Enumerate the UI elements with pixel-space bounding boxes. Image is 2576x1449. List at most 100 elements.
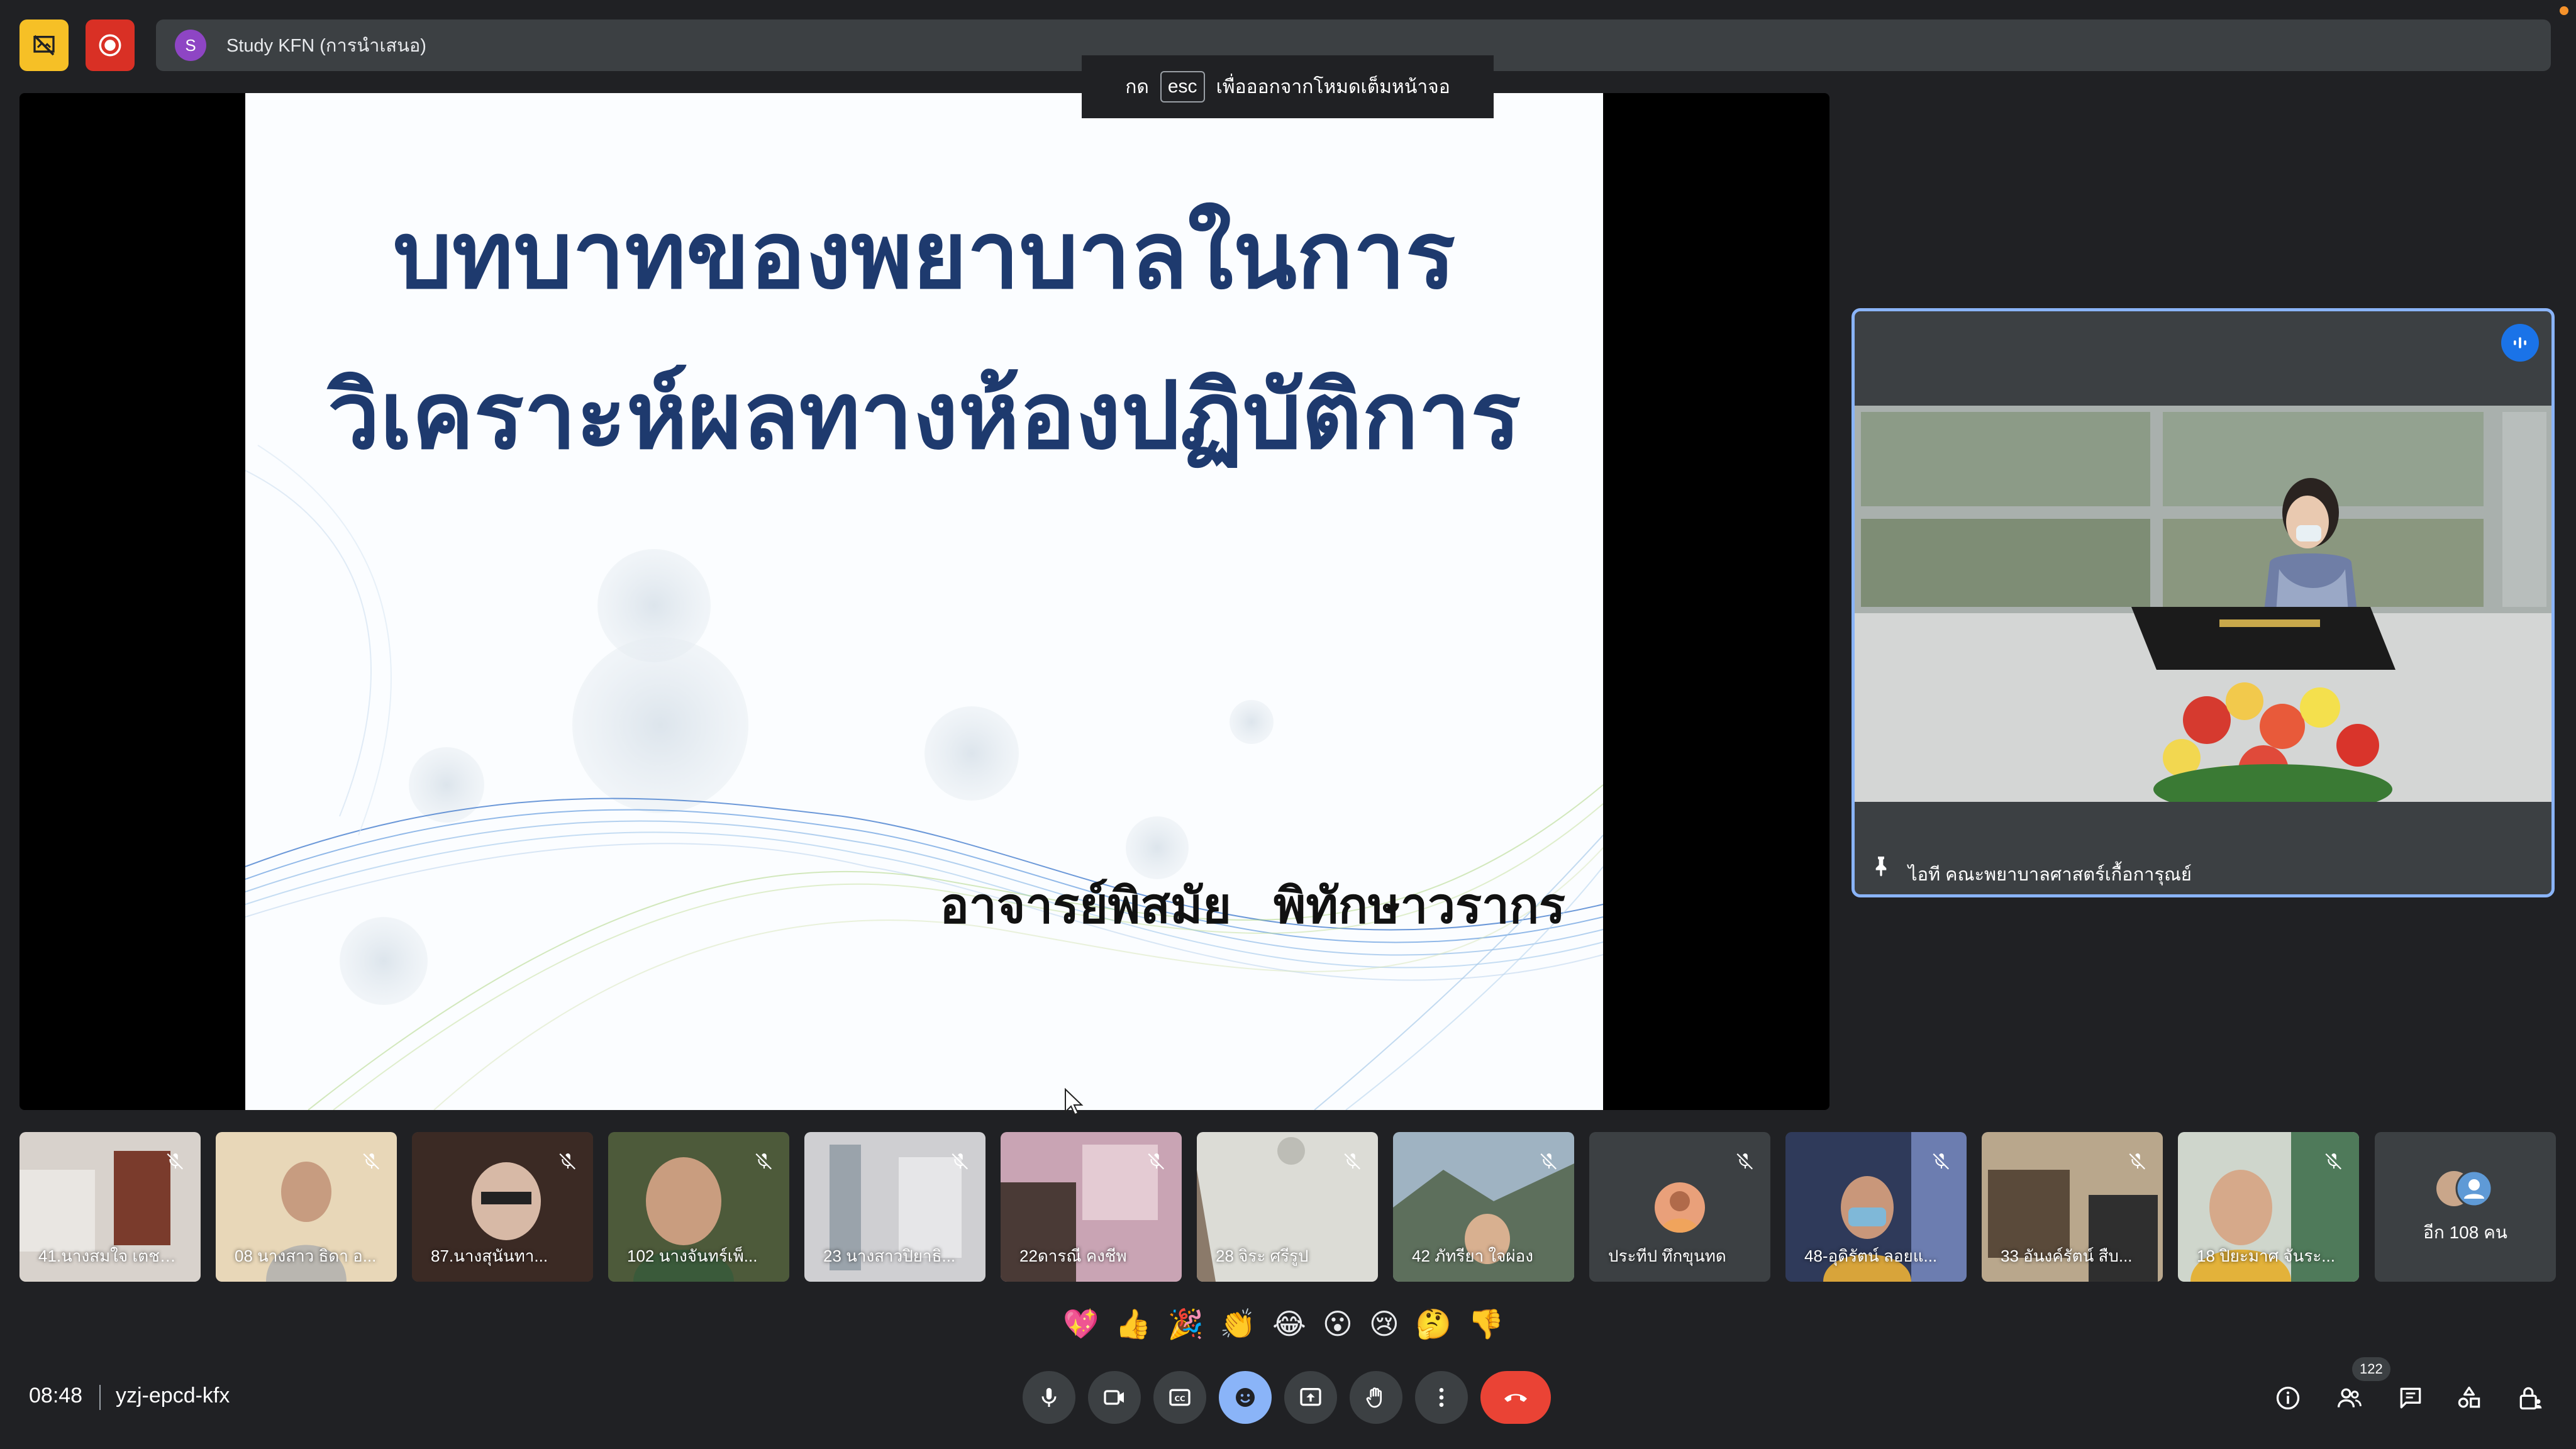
participant-name: 22ดารณี คงชีพ <box>1019 1246 1127 1265</box>
participant-name: 48-อุดิรัตน์ ลอยแ... <box>1804 1246 1938 1265</box>
reaction-heart[interactable]: 💖 <box>1063 1299 1099 1349</box>
camera-icon <box>1104 1390 1124 1405</box>
slide-author: อาจารย์พิสมัย พิทักษาวรากร <box>940 877 1565 935</box>
mouse-cursor-icon <box>1065 1088 1084 1116</box>
activities-icon <box>2458 1386 2480 1408</box>
reaction-sad[interactable]: 😢 <box>1369 1299 1399 1349</box>
host-controls-button[interactable] <box>2512 1380 2548 1416</box>
more-avatars-icon <box>2436 1170 2493 1208</box>
participant-tile[interactable]: 33 อันงค์รัตน์ สืบ... <box>1982 1132 2163 1282</box>
reaction-thumbs-down[interactable]: 👎 <box>1468 1299 1504 1349</box>
toast-prefix: กด <box>1125 76 1149 97</box>
present-icon <box>1300 1388 1321 1406</box>
camera-button[interactable] <box>1088 1371 1141 1424</box>
meeting-code: yzj-epcd-kfx <box>116 1384 230 1407</box>
chat-button[interactable] <box>2393 1380 2428 1416</box>
meeting-details-button[interactable] <box>2270 1380 2306 1416</box>
mic-off-icon <box>1344 1153 1360 1170</box>
people-icon <box>2337 1388 2362 1407</box>
smiley-icon <box>1236 1388 1255 1407</box>
record-icon <box>99 34 121 57</box>
more-options-button[interactable] <box>1415 1371 1468 1424</box>
toast-suffix: เพื่อออกจากโหมดเต็มหน้าจอ <box>1216 76 1450 97</box>
participant-name: 41.นางสมใจ เตชะ... <box>38 1246 182 1265</box>
svg-text:CC: CC <box>1174 1394 1185 1403</box>
exit-fullscreen-toast: กด esc เพื่อออกจากโหมดเต็มหน้าจอ <box>1082 55 1494 118</box>
reaction-thumbs-up[interactable]: 👍 <box>1115 1299 1151 1349</box>
mic-button[interactable] <box>1023 1371 1075 1424</box>
participant-tile[interactable]: 41.นางสมใจ เตชะ... <box>19 1132 201 1282</box>
participant-tile[interactable]: ประทีป ทึกขุนทด <box>1589 1132 1770 1282</box>
participant-name: 42 ภัทรียา ใจผ่อง <box>1412 1246 1533 1265</box>
meeting-time: 08:48 <box>29 1384 83 1407</box>
participant-tile[interactable]: 48-อุดิรัตน์ ลอยแ... <box>1785 1132 1967 1282</box>
divider <box>99 1385 101 1410</box>
mic-off-icon <box>1540 1153 1557 1170</box>
speaker-video <box>1855 406 2551 802</box>
mic-off-icon <box>167 1153 183 1170</box>
participant-name: ประทีป ทึกขุนทด <box>1608 1246 1726 1265</box>
speaker-name: ไอที คณะพยาบาลศาสตร์เกื้อการุณย์ <box>1908 865 2192 885</box>
mic-off-icon <box>363 1153 379 1170</box>
captions-icon: CC <box>1169 1389 1191 1406</box>
participant-name: 23 นางสาวปิยาธิ... <box>823 1246 956 1265</box>
mic-off-icon <box>1933 1153 1949 1170</box>
presentation-slide: บทบาทของพยาบาลในการ วิเคราะห์ผลทางห้องปฏ… <box>245 93 1603 1110</box>
more-participants-tile[interactable]: อีก 108 คน <box>2375 1132 2556 1282</box>
reaction-thinking[interactable]: 🤔 <box>1416 1299 1452 1349</box>
people-button[interactable] <box>2332 1380 2367 1416</box>
participant-tile[interactable]: 102 นางจันทร์เพ็... <box>608 1132 789 1282</box>
people-count-badge: 122 <box>2352 1357 2390 1381</box>
pinned-speaker-tile[interactable]: ไอที คณะพยาบาลศาสตร์เกื้อการุณย์ <box>1852 308 2555 897</box>
participant-name: 28 จิระ ศรีรูป <box>1216 1246 1309 1265</box>
reaction-bar: 💖 👍 🎉 👏 😂 😮 😢 🤔 👎 <box>1063 1299 1504 1349</box>
microphone-icon <box>1041 1388 1057 1407</box>
speaking-indicator-icon <box>2501 324 2539 362</box>
mic-off-icon <box>952 1153 968 1170</box>
esc-key: esc <box>1160 71 1205 103</box>
mic-off-icon <box>1736 1153 1753 1170</box>
participant-tile[interactable]: 08 นางสาว ธิดา อ... <box>216 1132 397 1282</box>
raise-hand-button[interactable] <box>1350 1371 1402 1424</box>
mic-off-icon <box>2129 1153 2145 1170</box>
chat-icon <box>2400 1387 2421 1409</box>
slide-title-line-1: บทบาทของพยาบาลในการ <box>392 200 1456 309</box>
status-dot <box>2560 6 2568 15</box>
mic-off-icon <box>755 1153 772 1170</box>
participant-tile[interactable]: 87.นางสุนันทา... <box>412 1132 593 1282</box>
participant-avatar <box>1655 1182 1705 1233</box>
reaction-laugh[interactable]: 😂 <box>1272 1299 1306 1349</box>
more-vert-icon <box>1439 1388 1444 1407</box>
mic-off-icon <box>559 1153 575 1170</box>
participant-tile[interactable]: 28 จิระ ศรีรูป <box>1197 1132 1378 1282</box>
no-annotation-icon <box>33 35 55 56</box>
reaction-party[interactable]: 🎉 <box>1168 1299 1204 1349</box>
activities-button[interactable] <box>2451 1380 2487 1416</box>
participant-tile[interactable]: 22ดารณี คงชีพ <box>1001 1132 1182 1282</box>
more-participants-label: อีก 108 คน <box>2423 1223 2507 1242</box>
reaction-clap[interactable]: 👏 <box>1220 1299 1256 1349</box>
leave-call-button[interactable] <box>1480 1371 1551 1424</box>
participant-tile[interactable]: 23 นางสาวปิยาธิ... <box>804 1132 985 1282</box>
meeting-avatar: S <box>175 30 206 61</box>
reaction-surprised[interactable]: 😮 <box>1323 1299 1353 1349</box>
recording-button[interactable] <box>86 19 135 71</box>
slide-title: บทบาทของพยาบาลในการ วิเคราะห์ผลทางห้องปฏ… <box>245 175 1603 496</box>
hang-up-icon <box>1504 1394 1527 1402</box>
reactions-button[interactable] <box>1219 1371 1272 1424</box>
annotation-off-button[interactable] <box>19 19 69 71</box>
participant-tile[interactable]: 42 ภัทรียา ใจผ่อง <box>1393 1132 1574 1282</box>
participant-name: 08 นางสาว ธิดา อ... <box>235 1246 377 1265</box>
lock-person-icon <box>2519 1387 2542 1410</box>
slide-title-line-2: วิเคราะห์ผลทางห้องปฏิบัติการ <box>328 360 1521 470</box>
captions-button[interactable]: CC <box>1153 1371 1206 1424</box>
info-icon <box>2276 1386 2300 1410</box>
present-button[interactable] <box>1284 1371 1337 1424</box>
participant-name: 102 นางจันทร์เพ็... <box>627 1246 758 1265</box>
participant-name: 33 อันงค์รัตน์ สืบ... <box>2001 1246 2133 1265</box>
participant-name: 87.นางสุนันทา... <box>431 1246 548 1265</box>
pin-icon[interactable] <box>1868 853 1894 879</box>
hand-icon <box>1366 1387 1382 1408</box>
mic-off-icon <box>1148 1153 1164 1170</box>
participant-tile[interactable]: 18 ปิยะมาศ จันระ... <box>2178 1132 2359 1282</box>
